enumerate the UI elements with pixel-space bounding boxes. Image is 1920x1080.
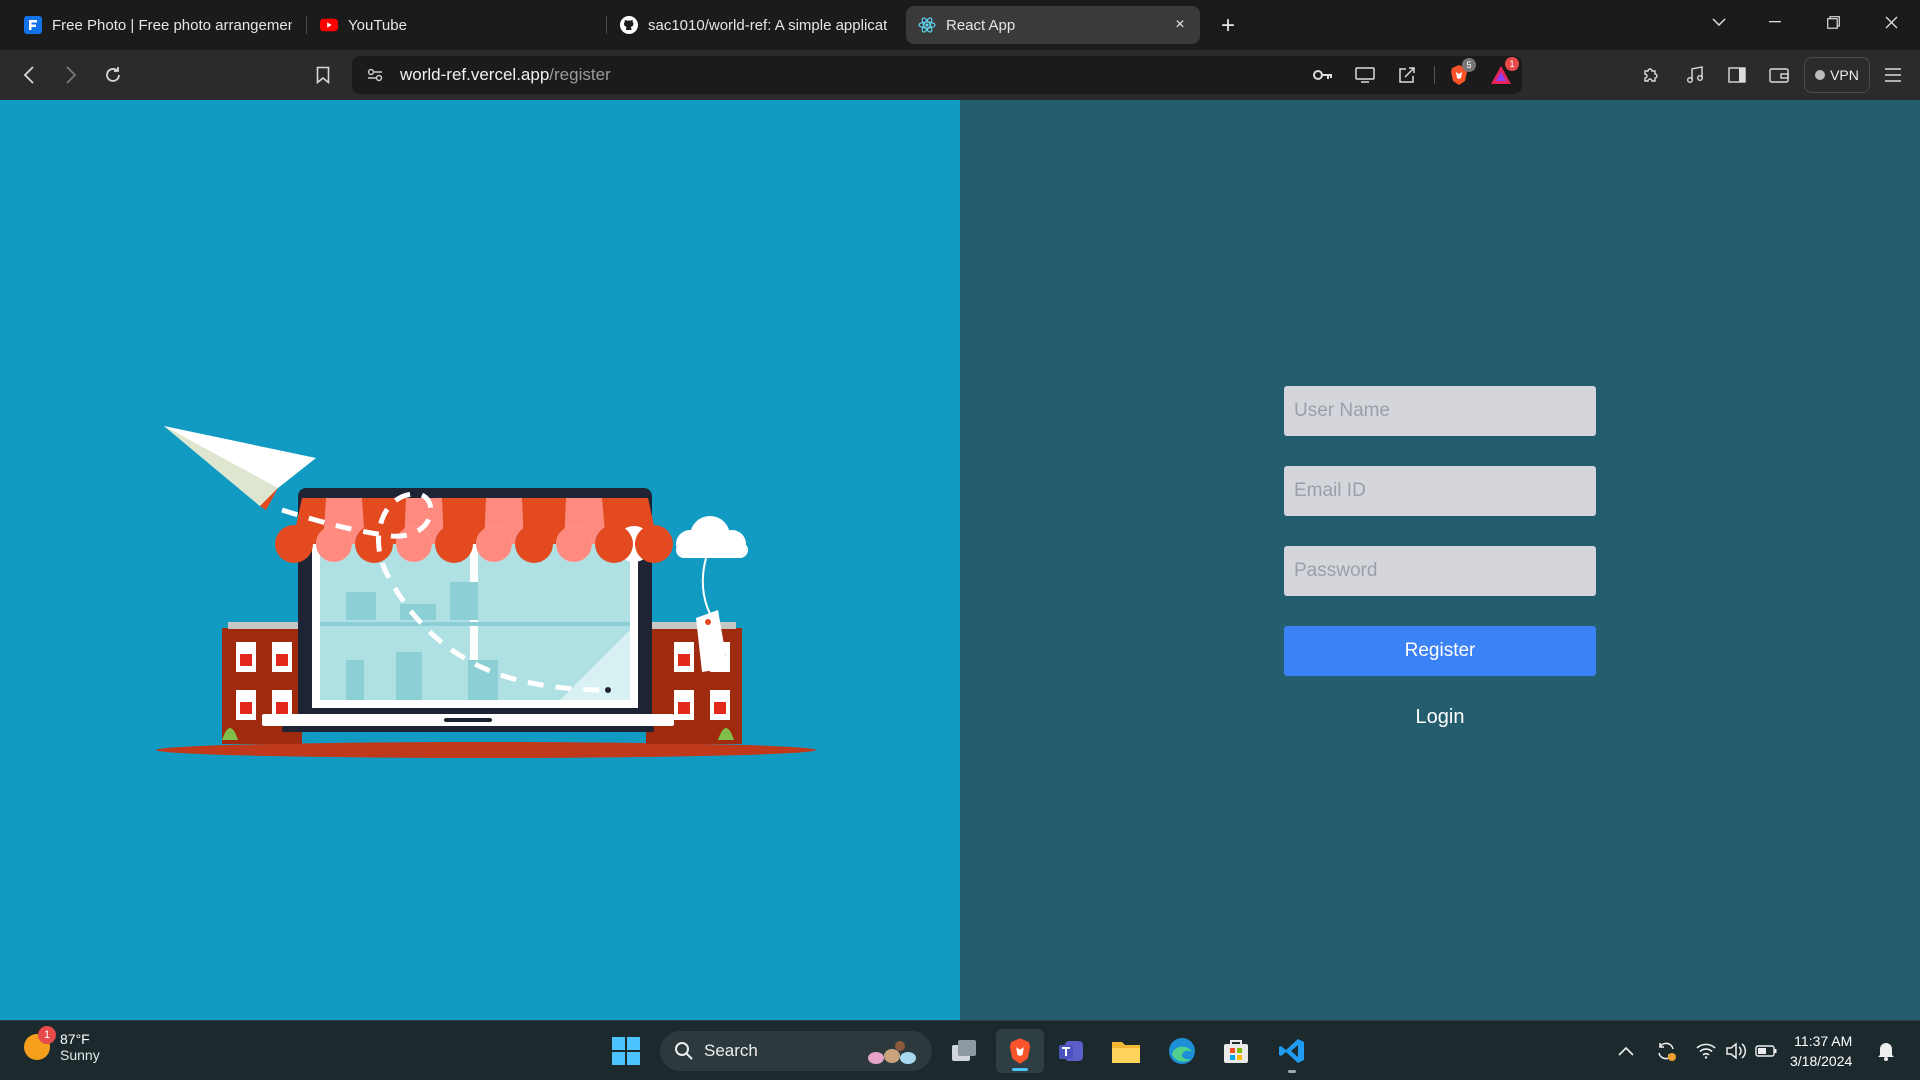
brave-taskbar-icon[interactable] [996, 1029, 1044, 1073]
rewards-count-badge: 1 [1505, 57, 1519, 71]
search-icon [675, 1042, 693, 1060]
tab-free-photo[interactable]: Free Photo | Free photo arrangemen [12, 6, 304, 44]
key-icon[interactable] [1310, 62, 1336, 88]
media-icon[interactable] [1682, 62, 1708, 88]
bookmark-icon[interactable] [310, 62, 336, 88]
cast-icon[interactable] [1352, 62, 1378, 88]
clock-time: 11:37 AM [1794, 1033, 1853, 1049]
system-clock[interactable]: 11:37 AM 3/18/2024 [1790, 1031, 1852, 1071]
search-highlight-icon [868, 1041, 916, 1064]
wallet-icon[interactable] [1766, 62, 1792, 88]
notification-bell-icon[interactable] [1866, 1031, 1906, 1071]
brave-rewards-icon[interactable]: 1 [1488, 57, 1519, 88]
tab-react-app[interactable]: React App × [906, 6, 1200, 44]
extensions-icon[interactable] [1638, 62, 1664, 88]
vpn-label: VPN [1830, 67, 1859, 83]
tab-youtube[interactable]: YouTube [308, 6, 604, 44]
tab-title: React App [946, 16, 1016, 34]
tab-separator [306, 16, 307, 34]
restore-icon[interactable] [1810, 6, 1856, 38]
vscode-icon[interactable] [1272, 1031, 1312, 1073]
sync-icon[interactable] [1646, 1031, 1686, 1071]
url-host: world-ref.vercel.app [400, 65, 550, 84]
battery-icon[interactable] [1746, 1031, 1786, 1071]
vpn-status-icon [1815, 70, 1826, 80]
page-content [0, 100, 1920, 1020]
show-hidden-icons-chevron-icon[interactable] [1606, 1031, 1646, 1071]
sidebar-icon[interactable] [1724, 62, 1750, 88]
weather-widget[interactable]: 1 87°F Sunny [24, 1026, 100, 1063]
close-tab-icon[interactable]: × [1170, 15, 1190, 35]
url-text[interactable]: world-ref.vercel.app/register [400, 65, 611, 85]
tab-github[interactable]: sac1010/world-ref: A simple applicat [608, 6, 900, 44]
browser-toolbar: world-ref.vercel.app/register 5 1 VPN [0, 50, 1920, 100]
share-icon[interactable] [1394, 62, 1420, 88]
file-explorer-icon[interactable] [1106, 1031, 1146, 1071]
forward-icon[interactable] [58, 62, 84, 88]
active-indicator [1012, 1068, 1028, 1071]
youtube-icon [320, 16, 338, 34]
browser-tab-bar: Free Photo | Free photo arrangemen YouTu… [0, 0, 1920, 50]
teams-icon[interactable] [1052, 1031, 1092, 1071]
password-input[interactable] [1284, 546, 1596, 596]
github-icon [620, 16, 638, 34]
start-icon[interactable] [606, 1031, 646, 1071]
task-view-icon[interactable] [944, 1031, 984, 1071]
weather-desc: Sunny [60, 1047, 100, 1063]
register-button[interactable]: Register [1284, 626, 1596, 676]
tab-title: Free Photo | Free photo arrangemen [52, 16, 292, 34]
open-indicator [1288, 1070, 1296, 1073]
shield-count-badge: 5 [1462, 58, 1476, 72]
tab-title: YouTube [348, 16, 407, 34]
reload-icon[interactable] [100, 62, 126, 88]
tab-search-chevron-icon[interactable] [1696, 6, 1742, 38]
login-link[interactable]: Login [1284, 706, 1596, 729]
close-window-icon[interactable] [1868, 6, 1914, 38]
tab-title: sac1010/world-ref: A simple applicat [648, 16, 888, 34]
brave-shields-icon[interactable]: 5 [1446, 58, 1476, 88]
address-bar[interactable]: world-ref.vercel.app/register 5 1 [352, 56, 1522, 94]
windows-taskbar: 1 87°F Sunny Search 11:37 AM 3/18/2024 [0, 1020, 1920, 1080]
toolbar-divider [1434, 66, 1435, 84]
microsoft-store-icon[interactable] [1216, 1031, 1256, 1071]
edge-icon[interactable] [1162, 1031, 1202, 1071]
email-input[interactable] [1284, 466, 1596, 516]
freepik-icon [24, 16, 42, 34]
react-icon [918, 16, 936, 34]
clock-date: 3/18/2024 [1790, 1053, 1853, 1069]
search-label: Search [704, 1041, 758, 1060]
menu-icon[interactable] [1880, 62, 1906, 88]
weather-temp: 87°F [60, 1031, 90, 1047]
weather-badge: 1 [38, 1026, 56, 1044]
username-input[interactable] [1284, 386, 1596, 436]
sun-icon: 1 [24, 1026, 56, 1060]
minimize-icon[interactable] [1752, 6, 1798, 38]
back-icon[interactable] [16, 62, 42, 88]
illustration-panel [0, 100, 960, 1020]
online-store-illustration [156, 426, 816, 758]
taskbar-search[interactable]: Search [660, 1031, 932, 1071]
vpn-button[interactable]: VPN [1804, 57, 1870, 93]
new-tab-button[interactable]: + [1214, 12, 1242, 40]
site-settings-icon[interactable] [362, 62, 388, 88]
url-path: /register [549, 65, 611, 84]
tab-separator [606, 16, 607, 34]
